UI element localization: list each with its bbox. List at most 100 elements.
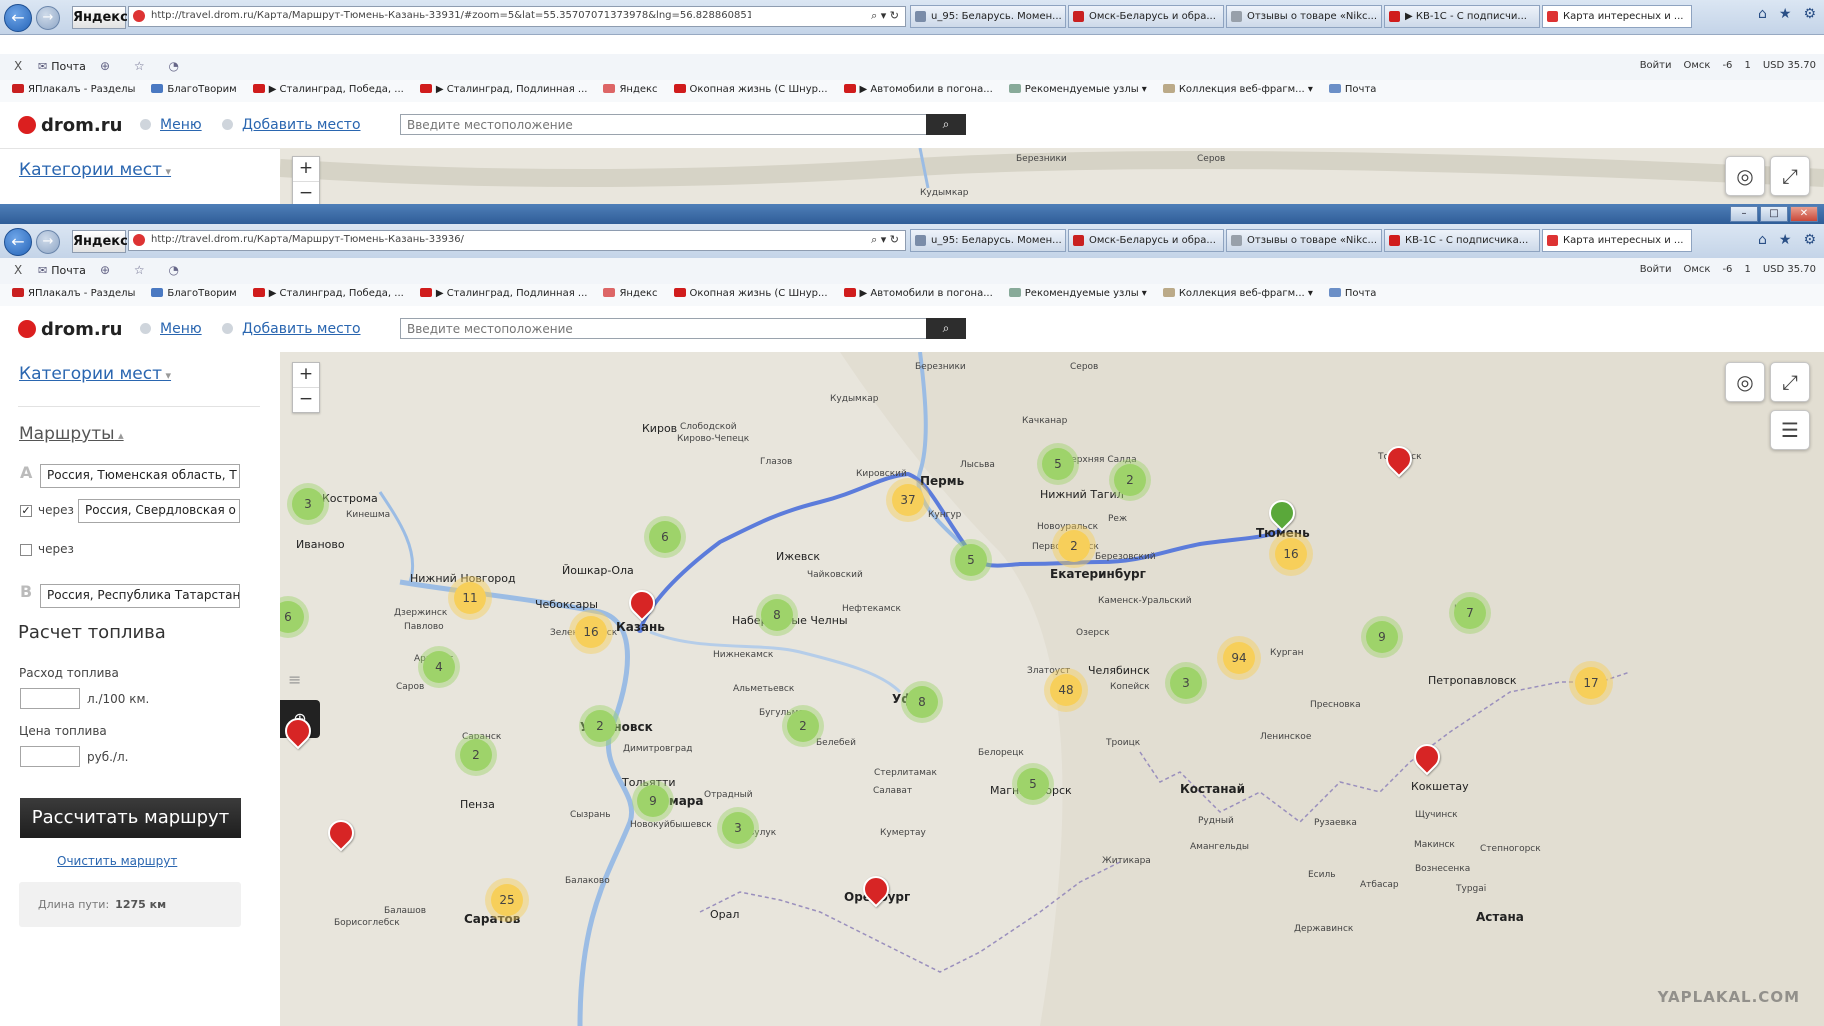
point-b-input[interactable]: Россия, Республика Татарстан bbox=[40, 584, 240, 608]
tab[interactable]: Отзывы о товаре «Nikc... bbox=[1226, 5, 1382, 28]
place-cluster[interactable]: 8 bbox=[906, 686, 938, 718]
home-icon[interactable]: ⌂ bbox=[1758, 6, 1767, 22]
login-link[interactable]: Войти bbox=[1640, 264, 1672, 275]
mail-link[interactable]: Почта bbox=[38, 264, 86, 277]
bookmark[interactable]: Рекомендуемые узлы ▾ bbox=[1008, 288, 1147, 299]
via1-checkbox[interactable]: ✓ bbox=[20, 505, 32, 517]
address-bar[interactable]: http://travel.drom.ru/Карта/Маршрут-Тюме… bbox=[128, 6, 906, 27]
bookmark[interactable]: ▶ Сталинград, Подлинная ... bbox=[419, 84, 587, 95]
place-cluster[interactable]: 3 bbox=[722, 812, 754, 844]
bookmark[interactable]: ЯПлакалъ - Разделы bbox=[12, 84, 135, 95]
bookmark[interactable]: Окопная жизнь (С Шнур... bbox=[673, 288, 828, 299]
city-label[interactable]: Омск bbox=[1684, 264, 1711, 275]
zoom-in-button[interactable]: + bbox=[293, 363, 319, 387]
place-cluster[interactable]: 37 bbox=[892, 484, 924, 516]
place-cluster[interactable]: 3 bbox=[1170, 667, 1202, 699]
back-icon[interactable]: ← bbox=[4, 4, 32, 32]
place-cluster[interactable]: 6 bbox=[649, 521, 681, 553]
layers-icon[interactable]: ☰ bbox=[1770, 410, 1810, 450]
routes-toggle[interactable]: Маршруты bbox=[19, 424, 124, 444]
map-preview[interactable]: + − Березники Серов Кудымкар ◎ ⤢ bbox=[280, 148, 1824, 204]
place-cluster[interactable]: 7 bbox=[1454, 597, 1486, 629]
place-cluster[interactable]: 94 bbox=[1223, 642, 1255, 674]
tab[interactable]: ▶ КВ-1С - С подписчи... bbox=[1384, 5, 1540, 28]
place-cluster[interactable]: 11 bbox=[454, 582, 486, 614]
place-cluster[interactable]: 5 bbox=[1042, 448, 1074, 480]
place-cluster[interactable]: 3 bbox=[292, 488, 324, 520]
gear-icon[interactable]: ⚙ bbox=[1803, 232, 1816, 248]
add-place-link[interactable]: Добавить место bbox=[222, 321, 361, 337]
place-cluster[interactable]: 4 bbox=[423, 651, 455, 683]
toolbar-icons[interactable]: ⊕ ☆ ◔ bbox=[100, 263, 189, 277]
minimize-icon[interactable]: – bbox=[1730, 206, 1758, 222]
bookmark[interactable]: Коллекция веб-фрагм... ▾ bbox=[1162, 288, 1313, 299]
location-search-input[interactable] bbox=[400, 114, 928, 135]
location-search-input[interactable] bbox=[400, 318, 928, 339]
bookmark[interactable]: ▶ Автомобили в погона... bbox=[843, 84, 993, 95]
gear-icon[interactable]: ⚙ bbox=[1803, 6, 1816, 22]
search-button[interactable]: ⌕ bbox=[926, 318, 966, 339]
bookmark[interactable]: БлагоТворим bbox=[151, 288, 237, 299]
via2-checkbox[interactable] bbox=[20, 544, 32, 556]
place-cluster[interactable]: 2 bbox=[787, 710, 819, 742]
yandex-button[interactable]: Яндекс bbox=[72, 230, 128, 253]
bookmark[interactable]: ▶ Сталинград, Победа, ... bbox=[252, 288, 404, 299]
place-cluster[interactable]: 2 bbox=[584, 710, 616, 742]
point-a-input[interactable]: Россия, Тюменская область, Т bbox=[40, 464, 240, 488]
toolbar-icons[interactable]: ⊕ ☆ ◔ bbox=[100, 59, 189, 73]
tab[interactable]: КВ-1С - С подписчика... bbox=[1384, 229, 1540, 252]
bookmark[interactable]: Яндекс bbox=[603, 288, 658, 299]
tab[interactable]: Омск-Беларусь и обра... bbox=[1068, 5, 1224, 28]
bookmark[interactable]: Почта bbox=[1328, 84, 1376, 95]
close-toolbar-icon[interactable]: X bbox=[14, 59, 22, 73]
menu-link[interactable]: Меню bbox=[140, 321, 202, 337]
via1-input[interactable]: Россия, Свердловская о bbox=[78, 499, 240, 523]
login-link[interactable]: Войти bbox=[1640, 60, 1672, 71]
place-cluster[interactable]: 25 bbox=[491, 884, 523, 916]
place-cluster[interactable]: 2 bbox=[1114, 464, 1146, 496]
bookmark[interactable]: Почта bbox=[1328, 288, 1376, 299]
locate-icon[interactable]: ◎ bbox=[1725, 362, 1765, 402]
place-cluster[interactable]: 9 bbox=[637, 785, 669, 817]
place-cluster[interactable]: 2 bbox=[460, 739, 492, 771]
fullscreen-icon[interactable]: ⤢ bbox=[1770, 156, 1810, 196]
tab-active[interactable]: Карта интересных и ... bbox=[1542, 229, 1692, 252]
place-cluster[interactable]: 5 bbox=[1017, 768, 1049, 800]
zoom-in-button[interactable]: + bbox=[293, 157, 319, 181]
place-cluster[interactable]: 5 bbox=[955, 544, 987, 576]
mail-link[interactable]: Почта bbox=[38, 60, 86, 73]
clear-route-link[interactable]: Очистить маршрут bbox=[57, 854, 177, 868]
city-label[interactable]: Омск bbox=[1684, 60, 1711, 71]
categories-link[interactable]: Категории мест bbox=[19, 160, 171, 180]
price-input[interactable] bbox=[20, 746, 80, 767]
bookmark[interactable]: ▶ Сталинград, Победа, ... bbox=[252, 84, 404, 95]
star-icon[interactable]: ★ bbox=[1779, 6, 1792, 22]
bookmark[interactable]: ЯПлакалъ - Разделы bbox=[12, 288, 135, 299]
tab[interactable]: Омск-Беларусь и обра... bbox=[1068, 229, 1224, 252]
add-place-link[interactable]: Добавить место bbox=[222, 117, 361, 133]
drom-logo[interactable]: drom.ru bbox=[18, 319, 122, 340]
tab[interactable]: Отзывы о товаре «Nikc... bbox=[1226, 229, 1382, 252]
bookmark[interactable]: Окопная жизнь (С Шнур... bbox=[673, 84, 828, 95]
yandex-button[interactable]: Яндекс bbox=[72, 6, 128, 29]
bookmark[interactable]: Коллекция веб-фрагм... ▾ bbox=[1162, 84, 1313, 95]
consumption-input[interactable] bbox=[20, 688, 80, 709]
place-cluster[interactable]: 16 bbox=[575, 616, 607, 648]
place-cluster[interactable]: 16 bbox=[1275, 538, 1307, 570]
close-icon[interactable]: ✕ bbox=[1790, 206, 1818, 222]
tab[interactable]: u_95: Беларусь. Момен... bbox=[910, 5, 1066, 28]
calculate-route-button[interactable]: Рассчитать маршрут bbox=[20, 798, 241, 838]
menu-link[interactable]: Меню bbox=[140, 117, 202, 133]
place-cluster[interactable]: 8 bbox=[761, 599, 793, 631]
search-refresh-icon[interactable]: ⌕ ▾ ↻ bbox=[871, 233, 899, 247]
forward-icon[interactable]: → bbox=[36, 6, 60, 30]
maximize-icon[interactable]: □ bbox=[1760, 206, 1788, 222]
map[interactable]: + − ≡ ⊕ ◎ ⤢ ☰ БерезникиСеровКудымкарКиро… bbox=[280, 352, 1824, 1026]
fullscreen-icon[interactable]: ⤢ bbox=[1770, 362, 1810, 402]
zoom-out-button[interactable]: − bbox=[293, 181, 319, 204]
bookmark[interactable]: Рекомендуемые узлы ▾ bbox=[1008, 84, 1147, 95]
place-cluster[interactable]: 17 bbox=[1575, 667, 1607, 699]
search-refresh-icon[interactable]: ⌕ ▾ ↻ bbox=[871, 9, 899, 23]
place-cluster[interactable]: 2 bbox=[1058, 530, 1090, 562]
drom-logo[interactable]: drom.ru bbox=[18, 115, 122, 136]
